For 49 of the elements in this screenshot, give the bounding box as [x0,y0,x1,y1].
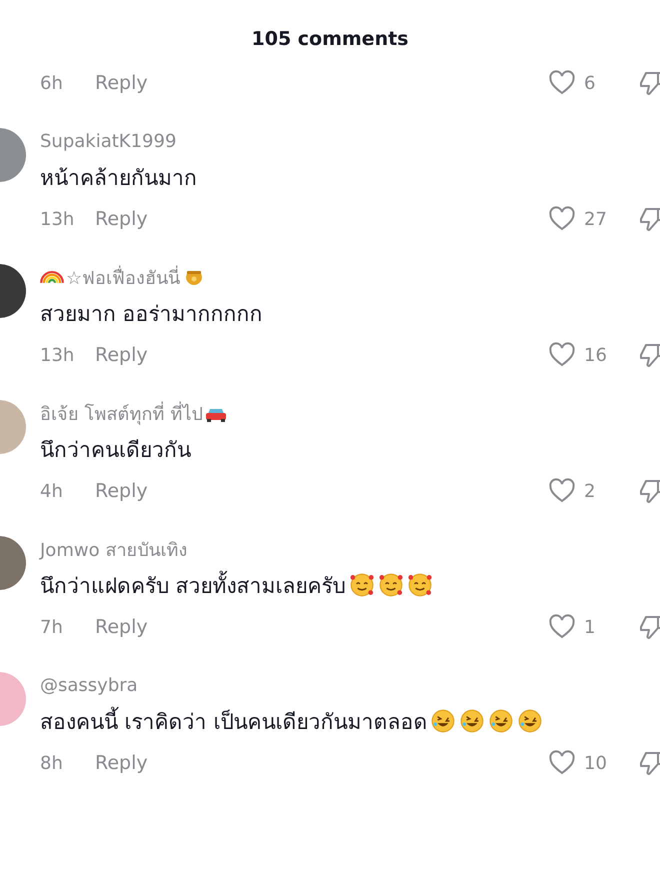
like-count: 1 [584,616,596,638]
reply-button[interactable]: Reply [95,480,148,502]
thumbs-down-icon[interactable] [638,749,660,777]
smiling-face-with-hearts-icon [348,572,375,598]
rolling-laughing-face-icon [488,708,514,734]
reply-button[interactable]: Reply [95,752,148,774]
comments-count-title: 105 comments [252,28,408,50]
reply-button[interactable]: Reply [95,616,148,638]
username[interactable]: SupakiatK1999 [40,130,176,152]
reply-button[interactable]: Reply [95,344,148,366]
smiling-face-with-hearts-icon [406,572,433,598]
username[interactable]: ☆ฟอเฟื่องฮันนี่ [66,262,180,292]
thumbs-down-icon[interactable] [638,613,660,641]
like-count: 6 [584,72,596,94]
heart-icon[interactable] [548,750,576,776]
heart-icon[interactable] [548,614,576,640]
thumbs-down-icon[interactable] [638,341,660,369]
heart-icon[interactable] [548,342,576,368]
comment-text: นึกว่าคนเดียวกัน [40,436,191,464]
username[interactable]: @sassybra [40,674,138,696]
reply-button[interactable]: Reply [95,208,148,230]
comment-time: 4h [40,480,64,502]
like-count: 10 [584,752,607,774]
comment-time: 7h [40,616,64,638]
rolling-laughing-face-icon [459,708,486,734]
comment-text: หน้าคล้ายกันมาก [40,164,197,192]
rolling-laughing-face-icon [430,708,456,734]
thumbs-down-icon[interactable] [638,69,660,97]
username[interactable]: อิเจ้ย โพสต์ทุกที่ ที่ไป [40,398,202,428]
reply-button[interactable]: Reply [95,72,148,94]
comment-text: สองคนนี้ เราคิดว่า เป็นคนเดียวกันมาตลอด [40,704,428,738]
heart-icon[interactable] [548,206,576,232]
comment-time: 8h [40,752,64,774]
like-count: 16 [584,344,607,366]
username[interactable]: Jomwo สายบันเทิง [40,534,188,564]
like-count: 27 [584,208,607,230]
comment-time: 13h [40,208,76,230]
thumbs-down-icon[interactable] [638,205,660,233]
thumbs-down-icon[interactable] [638,477,660,505]
comment-text: นึกว่าแฝดครับ สวยทั้งสามเลยครับ [40,568,346,602]
rainbow-icon [40,270,64,284]
heart-icon[interactable] [548,478,576,504]
comment-time: 6h [40,72,64,94]
like-count: 2 [584,480,596,502]
heart-icon[interactable] [548,70,576,96]
comment-time: 13h [40,344,76,366]
rolling-laughing-face-icon [517,708,544,734]
comment-text: สวยมาก ออร่ามากกกกก [40,300,263,328]
smiling-face-with-hearts-icon [378,572,404,598]
